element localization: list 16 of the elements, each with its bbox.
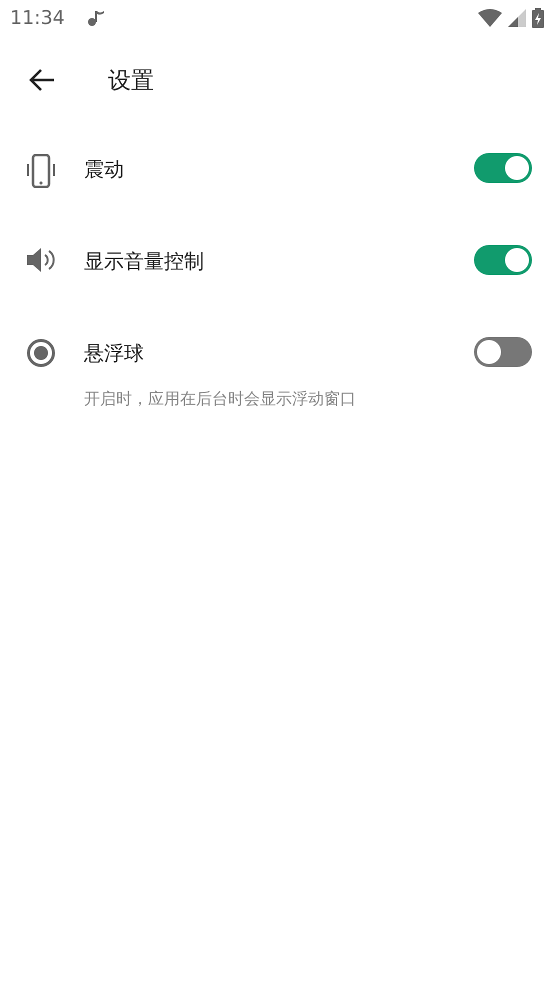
- toggle-switch[interactable]: [474, 153, 532, 183]
- toggle-switch[interactable]: [474, 337, 532, 367]
- music-note-icon: [86, 9, 107, 27]
- signal-icon: [508, 9, 526, 27]
- phone-icon: [26, 154, 56, 188]
- toolbar-title: 设置: [108, 66, 154, 96]
- battery-icon: [532, 8, 544, 28]
- setting-summary: 开启时，应用在后台时会显示浮动窗口: [84, 389, 357, 410]
- wifi-icon: [478, 9, 502, 27]
- speaker-icon: [26, 246, 56, 274]
- status-time: 11:34: [10, 7, 65, 29]
- radio-icon: [26, 338, 56, 368]
- setting-label: 悬浮球: [84, 340, 145, 367]
- setting-label: 震动: [84, 156, 125, 183]
- setting-label: 显示音量控制: [84, 248, 205, 275]
- toggle-switch[interactable]: [474, 245, 532, 275]
